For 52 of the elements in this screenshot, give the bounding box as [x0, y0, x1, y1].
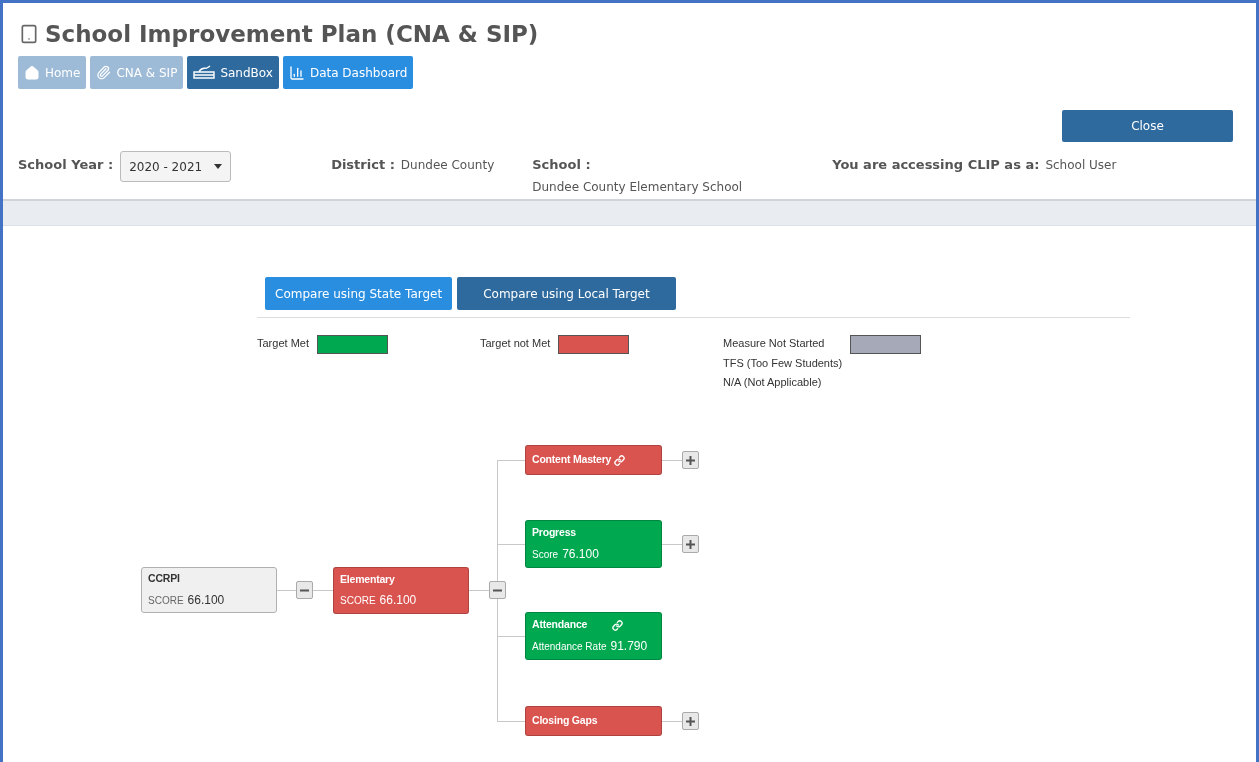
close-button[interactable]: Close	[1062, 110, 1233, 142]
field-label: School :	[532, 156, 592, 174]
tree-node[interactable]: CCRPI SCORE 66.100	[141, 567, 277, 613]
district-value: Dundee County	[400, 157, 495, 174]
role-value: School User	[1045, 157, 1117, 174]
legend-label: Target not Met	[480, 336, 551, 351]
field-label: School Year :	[18, 156, 114, 174]
node-title: Content Mastery	[532, 452, 612, 468]
connector-line	[469, 590, 489, 591]
node-title: Elementary	[340, 571, 395, 587]
node-title: Attendance	[532, 617, 588, 633]
legend-label: Target Met	[257, 336, 309, 351]
nav-button[interactable]: Data Dashboard	[282, 56, 414, 89]
score-label: Score	[532, 547, 559, 562]
bar-chart-icon	[288, 64, 305, 81]
tray-icon	[193, 65, 216, 80]
nav-button[interactable]: CNA & SIP	[90, 56, 184, 89]
tree-node[interactable]: Closing Gaps	[525, 706, 662, 736]
connector-line	[662, 460, 682, 461]
score-label: SCORE	[340, 594, 376, 609]
field-label: District :	[331, 156, 395, 174]
home-icon	[24, 64, 40, 81]
compare-button[interactable]: Compare using Local Target	[457, 277, 676, 310]
page-title: School Improvement Plan (CNA & SIP)	[45, 20, 539, 48]
nav-button[interactable]: SandBox	[187, 56, 279, 89]
legend-label: TFS (Too Few Students)	[723, 355, 843, 371]
year-dropdown[interactable]: 2020 - 2021	[120, 151, 232, 182]
node-title: Progress	[532, 525, 576, 541]
node-title: CCRPI	[148, 571, 180, 587]
score-value: 76.100	[562, 545, 599, 563]
paperclip-icon	[96, 65, 112, 80]
legend-label: N/A (Not Applicable)	[723, 375, 823, 390]
connector-line	[662, 721, 682, 722]
connector-line	[313, 590, 333, 591]
score-value: 91.790	[610, 637, 648, 655]
score-label: Attendance Rate	[532, 639, 607, 654]
score-value: 66.100	[187, 591, 225, 609]
tree-node[interactable]: Elementary SCORE 66.100	[333, 567, 469, 614]
dropdown-caret-icon	[214, 164, 223, 169]
tree-node[interactable]: Progress Score 76.100	[525, 520, 662, 568]
nav-button[interactable]: Home	[18, 56, 87, 89]
score-label: SCORE	[148, 593, 184, 608]
connector-line	[662, 544, 682, 545]
connector-line	[277, 590, 296, 591]
legend-label: Measure Not Started	[723, 336, 826, 351]
field-label: You are accessing CLIP as a:	[832, 156, 1040, 174]
score-value: 66.100	[379, 592, 417, 610]
tree-node[interactable]: Attendance Attendance Rate 91.790	[525, 612, 662, 660]
school-value: Dundee County Elementary School	[532, 178, 743, 196]
compare-button[interactable]: Compare using State Target	[265, 277, 453, 310]
tree-node[interactable]: Content Mastery	[525, 445, 662, 475]
node-title: Closing Gaps	[532, 713, 598, 729]
